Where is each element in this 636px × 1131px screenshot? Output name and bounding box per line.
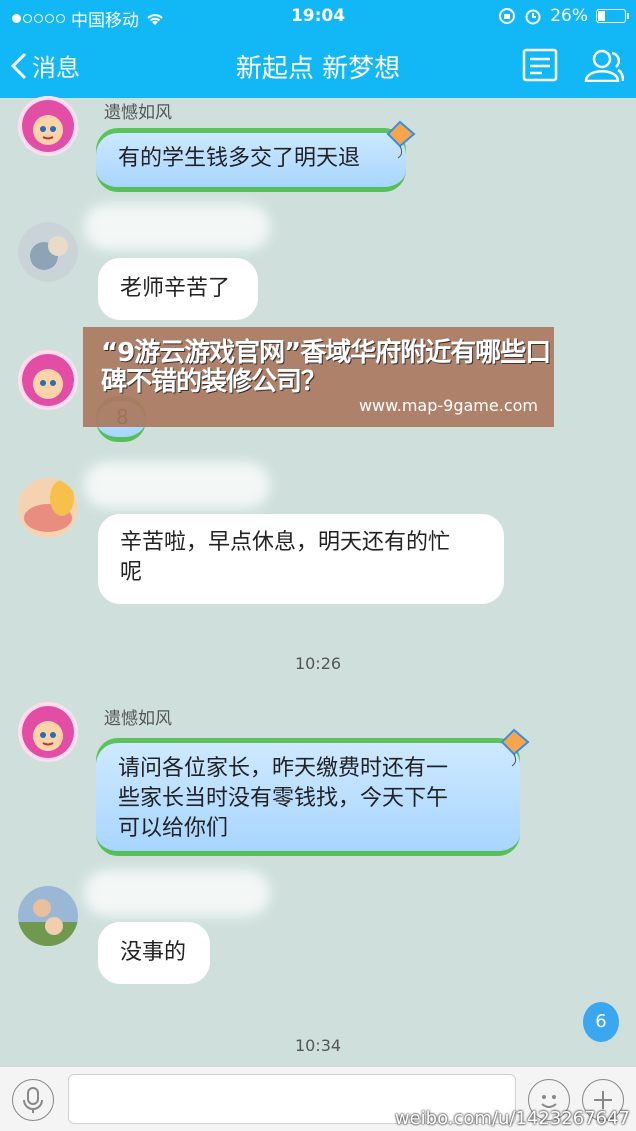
alarm-icon: [525, 9, 541, 25]
overlay-banner[interactable]: “9游云游戏官网”香域华府附近有哪些口碑不错的装修公司？ www.map-9ga…: [83, 327, 554, 427]
photo-avatar-icon: [18, 222, 78, 282]
message-text-line: 些家长当时没有零钱找，今天下午: [118, 786, 449, 811]
battery-percent: 26%: [550, 6, 588, 26]
avatar[interactable]: [18, 222, 78, 282]
microphone-icon: [23, 1087, 43, 1113]
overlay-title: “9游云游戏官网”香域华府附近有哪些口碑不错的装修公司？: [101, 338, 551, 397]
blurred-sender-name: [84, 462, 270, 508]
battery-icon: [596, 9, 629, 23]
message-bubble[interactable]: 请问各位家长，昨天缴费时还有一 些家长当时没有零钱找，今天下午 可以给你们: [96, 738, 520, 856]
timestamp: 10:34: [294, 1036, 342, 1055]
message-bubble[interactable]: 辛苦啦，早点休息，明天还有的忙 呢: [98, 514, 504, 604]
message-bubble[interactable]: 没事的: [98, 922, 210, 984]
nav-bar: 消息 新起点 新梦想: [0, 34, 636, 98]
input-bar: weibo.com/u/1423267647: [0, 1066, 636, 1131]
avatar[interactable]: [18, 96, 78, 156]
status-right: 26%: [498, 6, 629, 26]
avatar[interactable]: [18, 350, 78, 410]
sender-name: 遗憾如风: [104, 709, 172, 729]
timestamp: 10:26: [294, 654, 342, 673]
message-bubble[interactable]: 老师辛苦了: [98, 258, 258, 320]
unread-badge[interactable]: 6: [583, 1002, 619, 1042]
message-text: 没事的: [120, 940, 187, 965]
kite-icon: [386, 120, 416, 159]
message-text-line: 请问各位家长，昨天缴费时还有一: [118, 756, 449, 781]
flower-avatar-icon: [18, 478, 78, 538]
blurred-sender-name: [84, 204, 270, 250]
sender-name: 遗憾如风: [104, 103, 172, 123]
cartoon-girl-avatar-icon: [18, 702, 78, 762]
avatar[interactable]: [18, 886, 78, 946]
voice-button[interactable]: [12, 1079, 54, 1121]
group-members-icon[interactable]: [582, 48, 624, 82]
blurred-sender-name: [84, 870, 270, 916]
message-bubble[interactable]: 有的学生钱多交了明天退: [96, 128, 406, 192]
message-text-line: 辛苦啦，早点休息，明天还有的忙: [120, 530, 451, 555]
cartoon-girl-avatar-icon: [18, 350, 78, 410]
cartoon-girl-avatar-icon: [18, 96, 78, 156]
family-photo-avatar-icon: [18, 886, 78, 946]
rotation-lock-icon: [499, 8, 516, 24]
message-text: 有的学生钱多交了明天退: [118, 146, 361, 171]
weibo-watermark: weibo.com/u/1423267647: [394, 1108, 630, 1129]
group-notice-icon[interactable]: [522, 48, 558, 82]
kite-icon: [500, 728, 530, 767]
message-text-line: 可以给你们: [118, 816, 229, 841]
avatar[interactable]: [18, 702, 78, 762]
message-text: 老师辛苦了: [120, 276, 231, 301]
status-bar: 中国移动 19:04 26%: [0, 0, 636, 34]
message-text-line: 呢: [120, 560, 143, 585]
battery-fill: [598, 11, 606, 21]
avatar[interactable]: [18, 478, 78, 538]
top-bar: 中国移动 19:04 26% 消息 新起点 新梦想: [0, 0, 636, 98]
overlay-url: www.map-9game.com: [358, 396, 538, 415]
